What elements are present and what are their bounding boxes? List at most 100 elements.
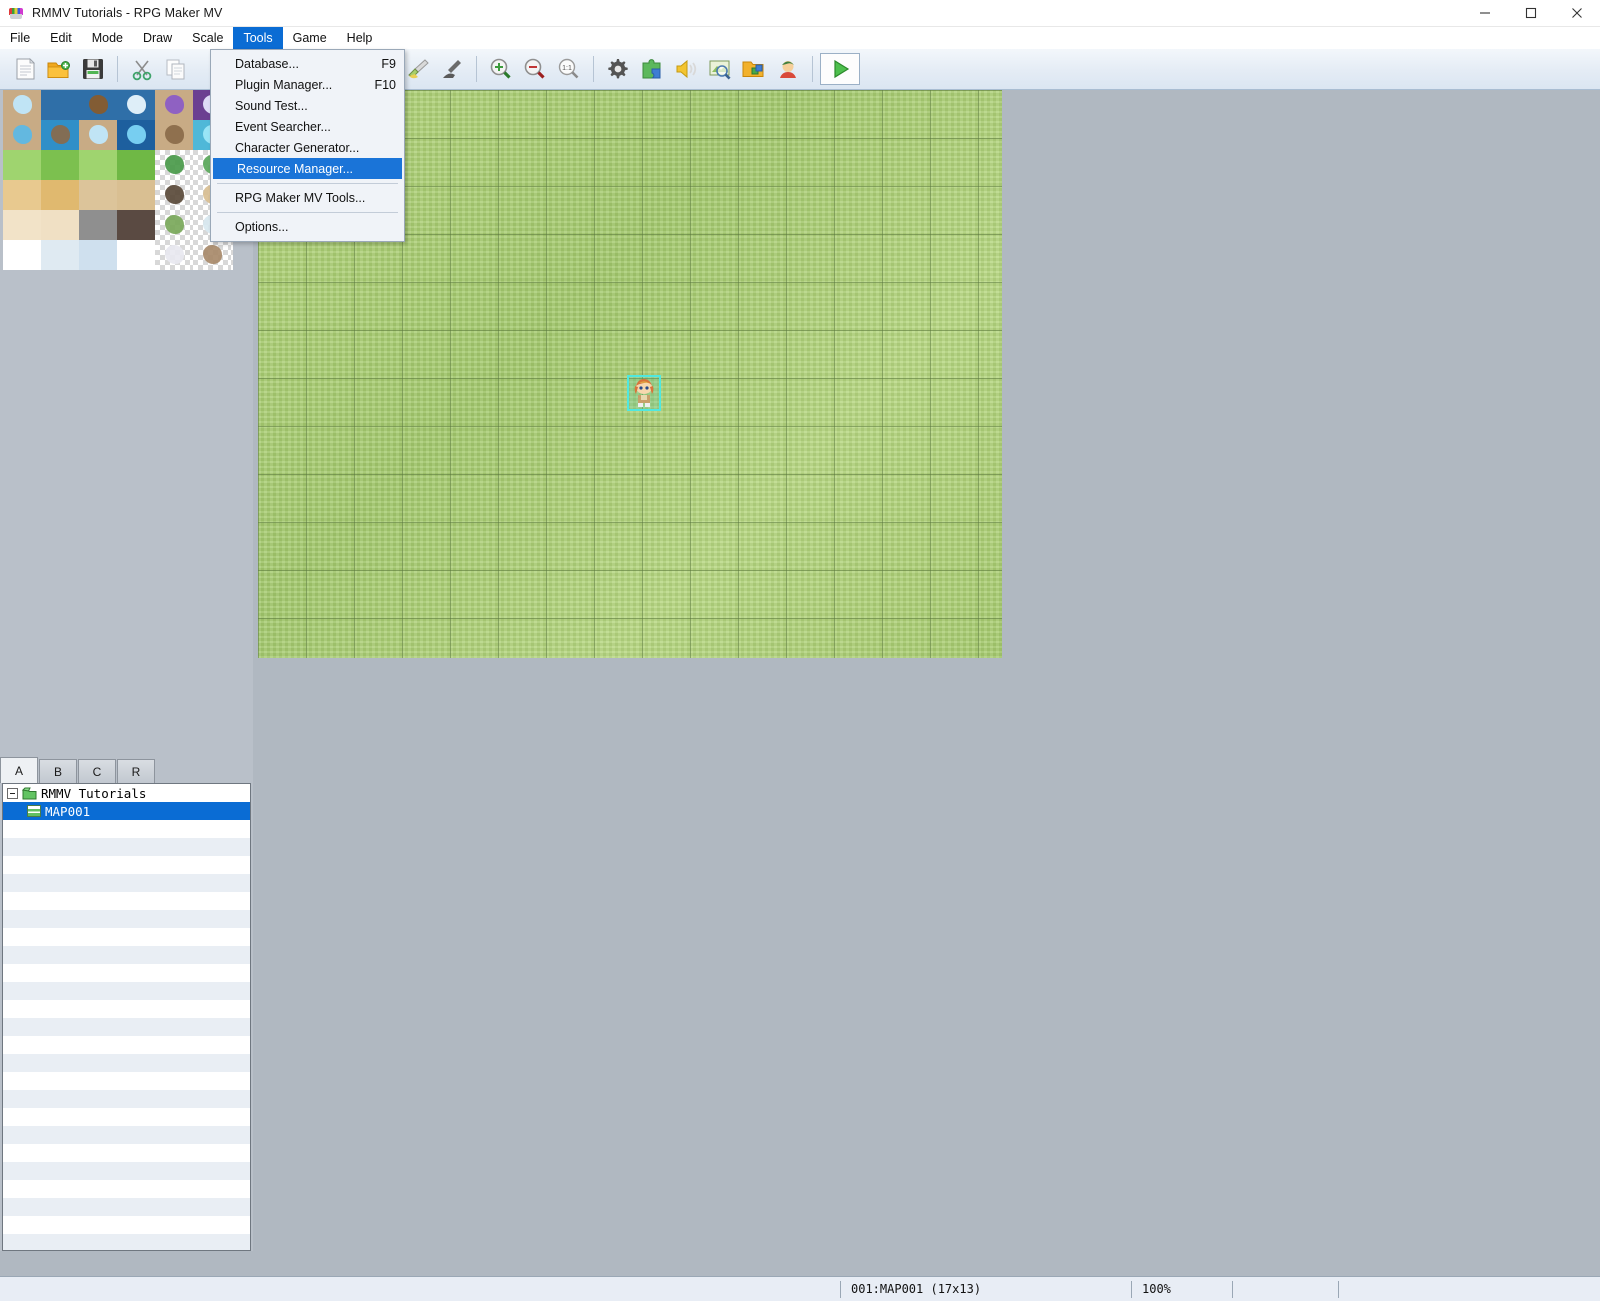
tileset-tile[interactable] <box>3 150 41 180</box>
character-generator-icon[interactable] <box>771 52 805 86</box>
menu-item-plugin-manager[interactable]: Plugin Manager... F10 <box>211 74 404 95</box>
tileset-tile[interactable] <box>117 210 155 240</box>
menu-scale[interactable]: Scale <box>182 27 233 49</box>
tree-empty-row <box>3 1216 250 1234</box>
menu-help[interactable]: Help <box>337 27 383 49</box>
window-title: RMMV Tutorials - RPG Maker MV <box>32 6 223 20</box>
tree-node-project-root[interactable]: RMMV Tutorials <box>3 784 250 802</box>
menu-item-rpg-maker-mv-tools[interactable]: RPG Maker MV Tools... <box>211 187 404 208</box>
map-canvas-area[interactable] <box>253 90 1600 1251</box>
tree-empty-row <box>3 892 250 910</box>
cut-icon[interactable] <box>125 52 159 86</box>
tileset-tile[interactable] <box>193 240 231 270</box>
maximize-icon[interactable] <box>1508 0 1554 27</box>
tree-empty-row <box>3 874 250 892</box>
tileset-tile[interactable] <box>3 240 41 270</box>
tileset-tile[interactable] <box>155 90 193 120</box>
open-project-icon[interactable] <box>42 52 76 86</box>
tileset-tile[interactable] <box>41 240 79 270</box>
tileset-tile[interactable] <box>117 180 155 210</box>
menu-item-sound-test[interactable]: Sound Test... <box>211 95 404 116</box>
menu-mode[interactable]: Mode <box>82 27 133 49</box>
flood-fill-icon[interactable] <box>401 52 435 86</box>
shadow-pen-icon[interactable] <box>435 52 469 86</box>
tree-empty-row <box>3 982 250 1000</box>
tileset-tile[interactable] <box>79 150 117 180</box>
tileset-tile[interactable] <box>155 210 193 240</box>
tree-node-label: MAP001 <box>45 803 91 819</box>
player-start-marker[interactable] <box>627 375 661 411</box>
tree-empty-row <box>3 910 250 928</box>
menu-item-database[interactable]: Database... F9 <box>211 53 404 74</box>
tileset-tile[interactable] <box>155 150 193 180</box>
tab-b[interactable]: B <box>39 759 77 783</box>
playtest-icon[interactable] <box>820 53 860 85</box>
window-controls <box>1462 0 1600 27</box>
zoom-in-icon[interactable] <box>484 52 518 86</box>
tileset-tile[interactable] <box>41 210 79 240</box>
tileset-tile[interactable] <box>155 180 193 210</box>
tree-empty-row <box>3 1054 250 1072</box>
menu-item-resource-manager[interactable]: Resource Manager... <box>213 158 402 179</box>
project-folder-icon <box>21 787 37 800</box>
svg-text:1:1: 1:1 <box>562 65 572 72</box>
close-icon[interactable] <box>1554 0 1600 27</box>
menu-item-event-searcher[interactable]: Event Searcher... <box>211 116 404 137</box>
tileset-tile[interactable] <box>117 120 155 150</box>
tileset-tile[interactable] <box>79 90 117 120</box>
tree-empty-row <box>3 1036 250 1054</box>
tileset-tile[interactable] <box>79 210 117 240</box>
tileset-tile[interactable] <box>41 150 79 180</box>
tileset-tile[interactable] <box>117 240 155 270</box>
tileset-tile[interactable] <box>41 120 79 150</box>
tools-dropdown-menu[interactable]: Database... F9 Plugin Manager... F10 Sound T… <box>210 49 405 242</box>
copy-icon[interactable] <box>159 52 193 86</box>
menu-item-options[interactable]: Options... <box>211 216 404 237</box>
tab-c[interactable]: C <box>78 759 116 783</box>
tree-empty-row <box>3 1144 250 1162</box>
tileset-tile[interactable] <box>79 120 117 150</box>
tileset-tile[interactable] <box>41 180 79 210</box>
tileset-tile[interactable] <box>79 240 117 270</box>
status-cell-extra-2 <box>1339 1277 1600 1301</box>
menu-tools[interactable]: Tools <box>233 27 283 49</box>
collapse-expander-icon[interactable] <box>7 787 18 799</box>
tileset-tile[interactable] <box>155 240 193 270</box>
tileset-palette[interactable] <box>3 90 233 270</box>
menu-game[interactable]: Game <box>283 27 337 49</box>
save-project-icon[interactable] <box>76 52 110 86</box>
menu-file[interactable]: File <box>0 27 40 49</box>
tileset-tile[interactable] <box>41 90 79 120</box>
menu-item-character-generator[interactable]: Character Generator... <box>211 137 404 158</box>
zoom-out-icon[interactable] <box>518 52 552 86</box>
menu-item-label: Character Generator... <box>235 140 360 155</box>
tileset-tile[interactable] <box>117 150 155 180</box>
tileset-tile[interactable] <box>117 90 155 120</box>
minimize-icon[interactable] <box>1462 0 1508 27</box>
tree-empty-row <box>3 1126 250 1144</box>
resource-manager-icon[interactable] <box>737 52 771 86</box>
tileset-tile[interactable] <box>3 120 41 150</box>
tileset-tile[interactable] <box>79 180 117 210</box>
status-bar: 001:MAP001 (17x13) 100% <box>0 1251 1600 1301</box>
tileset-tile[interactable] <box>231 240 233 270</box>
tab-a[interactable]: A <box>0 757 38 783</box>
tree-empty-row <box>3 1234 250 1250</box>
event-searcher-icon[interactable] <box>703 52 737 86</box>
tileset-tab-bar: A B C R <box>0 757 253 783</box>
plugin-manager-icon[interactable] <box>635 52 669 86</box>
new-project-icon[interactable] <box>8 52 42 86</box>
tileset-tile[interactable] <box>3 210 41 240</box>
tileset-tile[interactable] <box>155 120 193 150</box>
menu-draw[interactable]: Draw <box>133 27 182 49</box>
tree-node-map001[interactable]: MAP001 <box>3 802 250 820</box>
database-icon[interactable] <box>601 52 635 86</box>
tileset-tile[interactable] <box>3 180 41 210</box>
map-tree[interactable]: RMMV Tutorials MAP001 <box>2 783 251 1251</box>
status-map-info: 001:MAP001 (17x13) <box>851 1282 982 1296</box>
sound-test-icon[interactable] <box>669 52 703 86</box>
tab-r[interactable]: R <box>117 759 155 783</box>
actual-size-icon[interactable]: 1:1 <box>552 52 586 86</box>
menu-edit[interactable]: Edit <box>40 27 82 49</box>
tileset-tile[interactable] <box>3 90 41 120</box>
